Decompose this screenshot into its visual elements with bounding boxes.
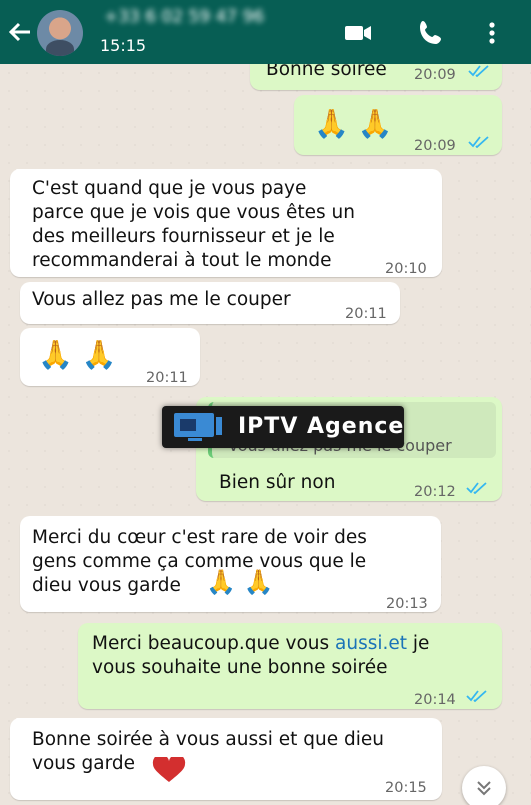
bubble-tail bbox=[16, 169, 28, 181]
chat-header: +33 6 02 59 47 96 15:15 bbox=[0, 0, 531, 64]
praying-hands-emoji: 🙏 🙏 bbox=[206, 568, 274, 596]
message-text: 🙏 🙏 bbox=[38, 338, 117, 371]
message-incoming[interactable]: Vous allez pas me le couper 20:11 bbox=[20, 282, 400, 324]
message-text: Vous allez pas me le couper bbox=[32, 289, 291, 310]
read-ticks-icon bbox=[468, 136, 489, 148]
bubble-tail bbox=[16, 718, 28, 730]
read-ticks-icon bbox=[468, 65, 489, 77]
chevron-double-down-icon bbox=[477, 781, 491, 796]
heart-icon bbox=[152, 757, 186, 782]
message-time: 20:09 bbox=[414, 67, 456, 83]
last-seen-time: 15:15 bbox=[100, 36, 147, 55]
message-text: Merci du cœur c'est rare de voir des gen… bbox=[32, 527, 367, 596]
message-outgoing[interactable]: Merci beaucoup.que vous aussi.et je vous… bbox=[78, 623, 502, 709]
message-link[interactable]: aussi.et bbox=[335, 633, 407, 654]
message-time: 20:11 bbox=[146, 370, 188, 386]
message-time: 20:15 bbox=[385, 780, 427, 796]
message-incoming[interactable]: Bonne soirée à vous aussi et que dieu vo… bbox=[10, 718, 442, 800]
message-text: Bonne soirée à vous aussi et que dieu vo… bbox=[32, 729, 384, 774]
message-incoming[interactable]: Merci du cœur c'est rare de voir des gen… bbox=[20, 516, 441, 612]
message-outgoing[interactable]: 🙏 🙏 20:09 bbox=[294, 95, 502, 155]
tv-icon bbox=[174, 413, 222, 441]
message-time: 20:10 bbox=[385, 261, 427, 277]
message-time: 20:14 bbox=[414, 692, 456, 708]
video-call-icon[interactable] bbox=[343, 18, 373, 48]
message-time: 20:09 bbox=[414, 138, 456, 154]
message-time: 20:13 bbox=[386, 596, 428, 612]
message-text: 🙏 🙏 bbox=[314, 107, 393, 140]
message-text: Bien sûr non bbox=[219, 472, 336, 493]
back-arrow-icon[interactable] bbox=[6, 18, 34, 46]
message-text: Merci beaucoup.que vous aussi.et je vous… bbox=[92, 633, 430, 678]
contact-name[interactable]: +33 6 02 59 47 96 bbox=[104, 7, 264, 27]
more-options-icon[interactable] bbox=[477, 18, 507, 48]
message-incoming[interactable]: 🙏 🙏 20:11 bbox=[20, 328, 200, 386]
message-time: 20:11 bbox=[345, 306, 387, 322]
message-incoming[interactable]: C'est quand que je vous paye parce que j… bbox=[10, 169, 442, 277]
message-outgoing[interactable]: Bonne soirée 20:09 bbox=[250, 64, 502, 90]
watermark-text: IPTV Agence bbox=[238, 414, 405, 439]
scroll-to-bottom-button[interactable] bbox=[462, 766, 506, 805]
message-text: Bonne soirée bbox=[266, 64, 387, 80]
avatar[interactable] bbox=[37, 10, 83, 56]
message-text: C'est quand que je vous paye parce que j… bbox=[32, 178, 356, 271]
read-ticks-icon bbox=[466, 690, 487, 702]
read-ticks-icon bbox=[466, 482, 487, 494]
voice-call-icon[interactable] bbox=[416, 18, 446, 48]
chat-area: Bonne soirée 20:09 🙏 🙏 20:09 C'est quand… bbox=[0, 64, 531, 805]
message-time: 20:12 bbox=[414, 484, 456, 500]
